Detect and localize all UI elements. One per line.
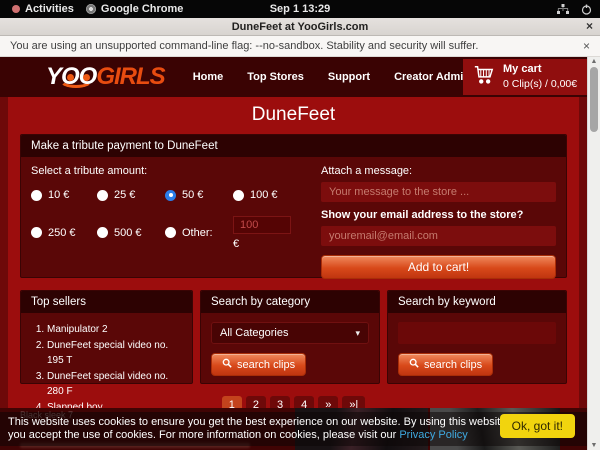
radio-icon[interactable] (31, 227, 42, 238)
amount-options: 10 € 25 € 50 € 100 € 250 € 500 € Other: … (31, 189, 307, 250)
list-item[interactable]: Manipulator 2 (47, 322, 182, 338)
tribute-panel: Make a tribute payment to DuneFeet Selec… (20, 134, 567, 278)
amount-option-25[interactable]: 25 € (97, 189, 165, 201)
radio-icon[interactable] (233, 190, 244, 201)
search-clips-keyword-button[interactable]: search clips (398, 353, 493, 376)
search-clips-category-button[interactable]: search clips (211, 353, 306, 376)
email-input[interactable] (321, 226, 556, 246)
list-item[interactable]: DuneFeet special video no. 195 T (47, 338, 182, 369)
power-icon[interactable] (581, 4, 592, 15)
category-select-value: All Categories (220, 327, 288, 339)
scrollbar-thumb[interactable] (590, 67, 598, 132)
activities-label: Activities (25, 3, 74, 15)
main-container: DuneFeet Make a tribute payment to DuneF… (8, 97, 579, 412)
site-logo[interactable]: YOOGIRLS (46, 65, 165, 89)
warning-close-icon[interactable]: × (583, 39, 590, 53)
page-area: YOOGIRLS Home Top Stores Support Creator… (0, 57, 587, 450)
amount-option-500[interactable]: 500 € (97, 215, 165, 250)
cookie-ok-button[interactable]: Ok, got it! (500, 414, 575, 438)
radio-icon[interactable] (97, 190, 108, 201)
scroll-up-icon[interactable]: ▲ (588, 58, 600, 65)
amount-option-100[interactable]: 100 € (233, 189, 303, 201)
activities-icon (12, 5, 20, 13)
warning-bar: You are using an unsupported command-lin… (0, 36, 600, 57)
search-category-title: Search by category (201, 291, 379, 313)
cart-summary: 0 Clip(s) / 0,00€ (503, 78, 577, 90)
keyword-input[interactable] (398, 322, 556, 344)
radio-icon[interactable] (31, 190, 42, 201)
amount-option-50[interactable]: 50 € (165, 189, 233, 201)
nav-item-support[interactable]: Support (328, 71, 370, 83)
list-item[interactable]: DuneFeet special video no. 280 F (47, 369, 182, 400)
logo-eye-icon (67, 74, 74, 81)
site-header: YOOGIRLS Home Top Stores Support Creator… (0, 57, 587, 97)
other-amount-input[interactable] (233, 216, 291, 234)
warning-text: You are using an unsupported command-lin… (10, 40, 478, 52)
search-keyword-panel: Search by keyword search clips (387, 290, 567, 384)
top-sellers-title: Top sellers (21, 291, 192, 313)
app-indicator-label: Google Chrome (101, 3, 184, 15)
page-title: DuneFeet (8, 97, 579, 134)
browser-viewport: YOOGIRLS Home Top Stores Support Creator… (0, 57, 600, 450)
scrollbar[interactable]: ▲ ▼ (587, 57, 600, 450)
email-label: Show your email address to the store? (321, 209, 556, 221)
cookie-consent-bar: This website uses cookies to ensure you … (0, 412, 587, 446)
message-input[interactable] (321, 182, 556, 202)
search-keyword-title: Search by keyword (388, 291, 566, 313)
search-icon (222, 358, 232, 371)
top-sellers-panel: Top sellers Manipulator 2 DuneFeet speci… (20, 290, 193, 384)
privacy-policy-link[interactable]: Privacy Policy (399, 429, 467, 441)
nav-item-creator-admin[interactable]: Creator Admin (394, 71, 470, 83)
currency-label: € (233, 238, 303, 250)
scroll-down-icon[interactable]: ▼ (588, 442, 600, 449)
cart-title: My cart (503, 63, 542, 75)
search-icon (409, 358, 419, 371)
chevron-down-icon: ▾ (355, 328, 360, 339)
nav-item-top-stores[interactable]: Top Stores (247, 71, 304, 83)
chrome-icon (86, 4, 96, 14)
app-indicator[interactable]: Google Chrome (86, 3, 184, 15)
search-category-panel: Search by category All Categories ▾ sear… (200, 290, 380, 384)
logo-text-girls: GIRLS (96, 63, 164, 90)
network-icon[interactable] (557, 4, 569, 15)
amount-option-10[interactable]: 10 € (31, 189, 97, 201)
logo-eye-icon (83, 74, 90, 81)
radio-icon[interactable] (97, 227, 108, 238)
system-top-bar: Activities Google Chrome Sep 1 13:29 (0, 0, 600, 18)
amount-option-other[interactable]: Other: (165, 215, 233, 250)
activities-button[interactable]: Activities (12, 3, 74, 15)
window-title: DuneFeet at YooGirls.com (232, 21, 369, 33)
screen: Activities Google Chrome Sep 1 13:29 Dun… (0, 0, 600, 450)
radio-icon[interactable] (165, 227, 176, 238)
my-cart-widget[interactable]: My cart 0 Clip(s) / 0,00€ (463, 59, 587, 95)
cart-icon (473, 64, 495, 91)
tribute-panel-title: Make a tribute payment to DuneFeet (21, 135, 566, 157)
main-nav: Home Top Stores Support Creator Admin (193, 71, 470, 83)
nav-item-home[interactable]: Home (193, 71, 224, 83)
add-to-cart-button[interactable]: Add to cart! (321, 255, 556, 279)
category-select[interactable]: All Categories ▾ (211, 322, 369, 344)
amount-option-250[interactable]: 250 € (31, 215, 97, 250)
amount-label: Select a tribute amount: (31, 165, 307, 177)
window-title-bar: DuneFeet at YooGirls.com × (0, 18, 600, 36)
message-label: Attach a message: (321, 165, 556, 177)
window-close-button[interactable]: × (586, 19, 593, 33)
radio-icon[interactable] (165, 190, 176, 201)
